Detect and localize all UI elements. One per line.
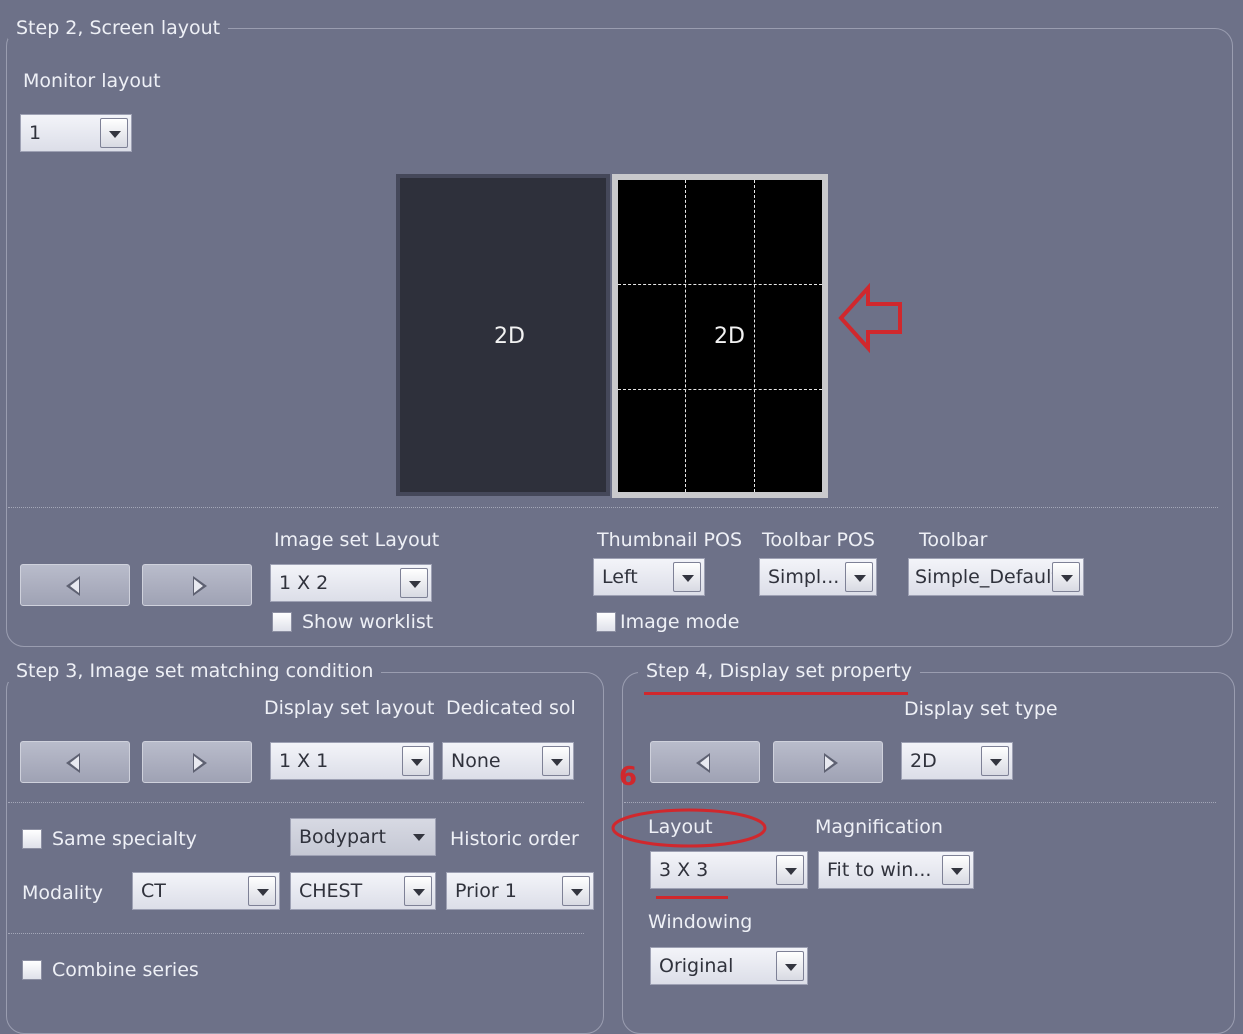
chevron-down-icon[interactable] [942,855,970,885]
windowing-select[interactable]: Original [650,947,808,985]
annotation-underline [656,896,728,899]
layout-value: 3 X 3 [659,859,709,881]
chevron-down-icon[interactable] [562,876,590,906]
step3-title: Step 3, Image set matching condition [8,660,382,682]
display-set-type-select[interactable]: 2D [901,742,1013,780]
preview-left-label: 2D [494,324,525,349]
windowing-label: Windowing [648,911,753,933]
image-set-layout-value: 1 X 2 [279,572,329,594]
bodypart-value: Bodypart [299,826,386,848]
display-set-type-label: Display set type [904,698,1058,720]
modality-select[interactable]: CT [132,872,280,910]
toolbar-label: Toolbar [919,529,988,551]
divider [624,802,1216,803]
display-set-layout-label: Display set layout [264,697,435,719]
dedicated-value: None [451,750,501,772]
chevron-down-icon[interactable] [776,951,804,981]
same-specialty-checkbox[interactable] [22,829,42,849]
chevron-down-icon[interactable] [776,855,804,885]
grid-divider [618,389,822,390]
chest-value: CHEST [299,880,363,902]
modality-label: Modality [22,882,103,904]
next-button[interactable] [142,564,252,606]
arrow-left-icon [66,753,80,773]
toolbar-pos-select[interactable]: Simpl... [759,558,877,596]
magnification-value: Fit to win... [827,859,932,881]
chevron-down-icon[interactable] [100,118,128,148]
dedicated-label: Dedicated solu [446,697,576,719]
display-set-type-value: 2D [910,750,937,772]
monitor-layout-label: Monitor layout [23,70,161,92]
modality-value: CT [141,880,166,902]
prior-value: Prior 1 [455,880,517,902]
layout-select[interactable]: 3 X 3 [650,851,808,889]
divider [8,933,584,934]
toolbar-pos-value: Simpl... [768,566,840,588]
bodypart-select[interactable]: Bodypart [290,818,436,856]
annotation-circle-icon [611,808,767,848]
chevron-down-icon[interactable] [404,876,432,906]
prior-select[interactable]: Prior 1 [446,872,594,910]
toolbar-select[interactable]: Simple_Default [908,558,1084,596]
monitor-layout-value: 1 [29,122,42,144]
thumbnail-pos-select[interactable]: Left [593,558,705,596]
annotation-arrow-icon [838,282,902,354]
image-mode-label: Image mode [620,611,740,633]
preview-right-label: 2D [714,324,745,349]
next-button[interactable] [773,741,883,783]
annotation-underline [644,692,908,695]
image-mode-checkbox[interactable] [596,612,616,632]
dedicated-select[interactable]: None [442,742,574,780]
magnification-select[interactable]: Fit to win... [818,851,974,889]
thumbnail-pos-value: Left [602,566,638,588]
chevron-down-icon[interactable] [845,562,873,592]
next-button[interactable] [142,741,252,783]
chevron-down-icon[interactable] [673,562,701,592]
chevron-down-icon[interactable] [402,746,430,776]
same-specialty-label: Same specialty [52,828,197,850]
divider [8,507,1218,508]
grid-divider [618,284,822,285]
combine-series-label: Combine series [52,959,199,981]
show-worklist-label: Show worklist [302,611,434,633]
arrow-left-icon [696,753,710,773]
chevron-down-icon[interactable] [542,746,570,776]
historic-order-label: Historic order [450,828,579,850]
image-set-layout-label: Image set Layout [274,529,440,551]
combine-series-checkbox[interactable] [22,960,42,980]
prev-button[interactable] [20,741,130,783]
monitor-layout-select[interactable]: 1 [20,114,132,152]
chevron-down-icon[interactable] [248,876,276,906]
grid-divider [754,180,755,492]
arrow-right-icon [193,753,207,773]
chevron-down-icon[interactable] [413,834,425,841]
step4-title: Step 4, Display set property [638,660,920,682]
preview-panel-right[interactable]: 2D [612,174,828,498]
prev-button[interactable] [650,741,760,783]
toolbar-pos-label: Toolbar POS [762,529,875,551]
chevron-down-icon[interactable] [400,568,428,598]
prev-button[interactable] [20,564,130,606]
chevron-down-icon[interactable] [981,746,1009,776]
grid-divider [685,180,686,492]
magnification-label: Magnification [815,816,943,838]
display-set-layout-value: 1 X 1 [279,750,329,772]
show-worklist-checkbox[interactable] [272,612,292,632]
preview-panel-left[interactable]: 2D [396,174,610,496]
chest-select[interactable]: CHEST [290,872,436,910]
windowing-value: Original [659,955,734,977]
chevron-down-icon[interactable] [1052,562,1080,592]
thumbnail-pos-label: Thumbnail POS [597,529,743,551]
arrow-right-icon [824,753,838,773]
arrow-left-icon [66,576,80,596]
annotation-number: 6 [619,762,638,792]
display-set-layout-select[interactable]: 1 X 1 [270,742,434,780]
arrow-right-icon [193,576,207,596]
step2-title: Step 2, Screen layout [8,17,229,39]
divider [8,802,584,803]
image-set-layout-select[interactable]: 1 X 2 [270,564,432,602]
toolbar-value: Simple_Default [915,566,1059,588]
